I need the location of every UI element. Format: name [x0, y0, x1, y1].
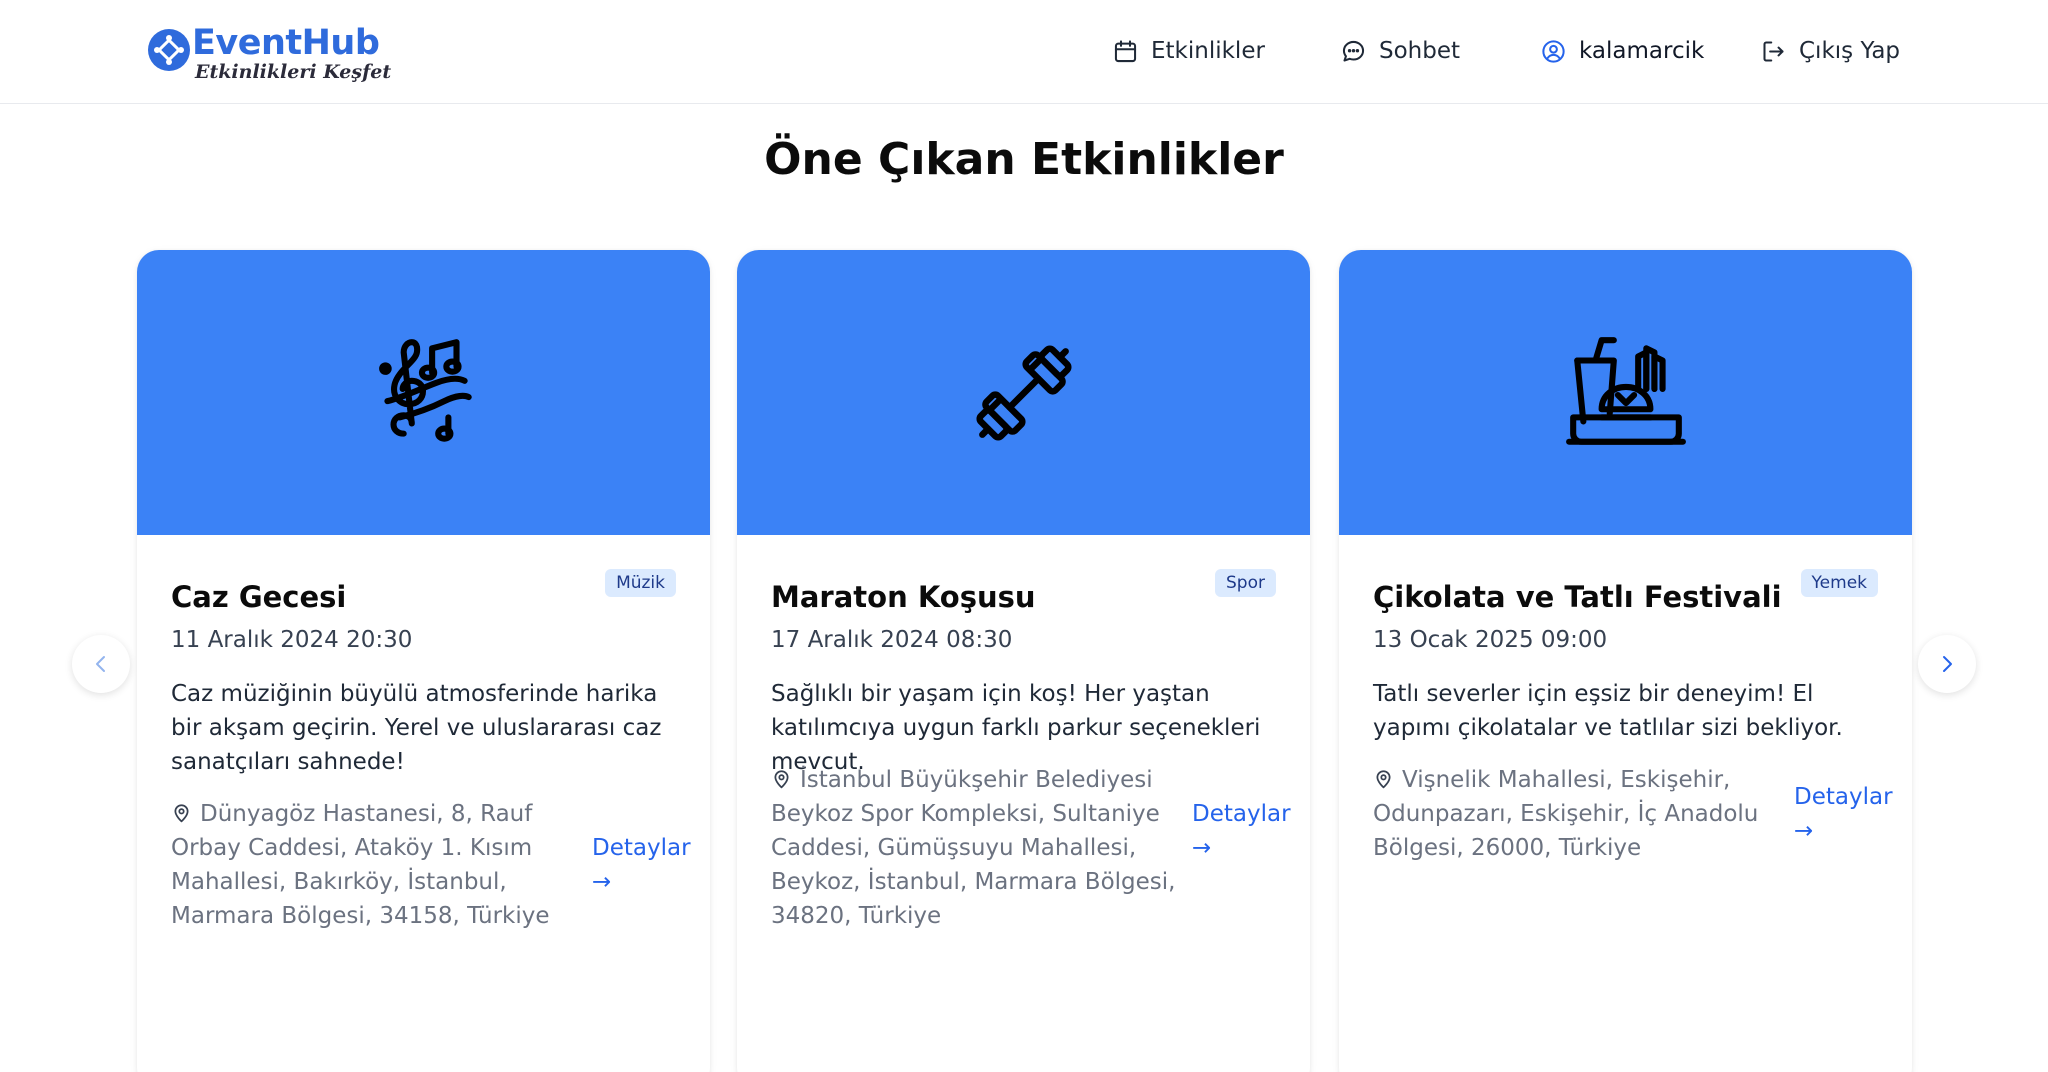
- event-location: Dünyagöz Hastanesi, 8, Rauf Orbay Caddes…: [171, 797, 571, 933]
- chevron-right-icon: [1943, 656, 1952, 672]
- nav-events-link[interactable]: Etkinlikler: [1112, 34, 1265, 68]
- brand-logo-icon: [148, 29, 190, 71]
- event-card[interactable]: Caz Gecesi Müzik 11 Aralık 2024 20:30 Ca…: [137, 250, 710, 1072]
- calendar-icon: [1114, 39, 1137, 62]
- event-details-link[interactable]: Detaylar →: [1794, 780, 1893, 848]
- brand-logo[interactable]: EventHub Etkinlikleri Keşfet: [147, 22, 391, 84]
- category-badge: Yemek: [1800, 569, 1878, 597]
- event-location-text: Vişnelik Mahallesi, Eskişehir, Odunpazar…: [1373, 767, 1759, 861]
- nav-user-profile[interactable]: kalamarcik: [1540, 34, 1704, 68]
- event-card-banner: [737, 250, 1310, 535]
- map-pin-icon: [774, 770, 789, 789]
- page-title: Öne Çıkan Etkinlikler: [764, 134, 1284, 185]
- fast-food-icon: [1565, 336, 1686, 445]
- nav-events-label: Etkinlikler: [1151, 38, 1265, 64]
- event-date: 13 Ocak 2025 09:00: [1373, 627, 1608, 653]
- event-location: İstanbul Büyükşehir Belediyesi Beykoz Sp…: [771, 763, 1186, 933]
- nav-chat-link[interactable]: Sohbet: [1340, 34, 1460, 68]
- event-title: Maraton Koşusu: [771, 580, 1036, 614]
- event-title: Caz Gecesi: [171, 580, 347, 614]
- event-card[interactable]: Çikolata ve Tatlı Festivali Yemek 13 Oca…: [1339, 250, 1912, 1072]
- event-description: Caz müziğinin büyülü atmosferinde harika…: [171, 681, 662, 775]
- event-date: 11 Aralık 2024 20:30: [171, 627, 413, 653]
- event-card-banner: [1339, 250, 1912, 535]
- logout-icon: [1763, 40, 1784, 62]
- event-card[interactable]: Maraton Koşusu Spor 17 Aralık 2024 08:30…: [737, 250, 1310, 1072]
- nav-chat-label: Sohbet: [1379, 38, 1461, 64]
- category-badge: Spor: [1215, 569, 1276, 597]
- chat-bubble-icon: [1342, 40, 1365, 62]
- event-description: Tatlı severler için eşsiz bir deneyim! E…: [1373, 681, 1843, 741]
- carousel-prev-button[interactable]: [72, 635, 130, 693]
- nav-username: kalamarcik: [1579, 38, 1705, 64]
- top-navbar: EventHub Etkinlikleri Keşfet Etkinlikler…: [0, 0, 2048, 104]
- chevron-left-icon: [96, 656, 105, 672]
- event-title: Çikolata ve Tatlı Festivali: [1373, 580, 1782, 614]
- event-details-link[interactable]: Detaylar →: [1192, 797, 1291, 865]
- map-pin-icon: [1376, 770, 1391, 789]
- event-details-link[interactable]: Detaylar →: [592, 831, 691, 899]
- map-pin-icon: [174, 804, 189, 823]
- event-location: Vişnelik Mahallesi, Eskişehir, Odunpazar…: [1373, 763, 1793, 865]
- carousel-next-button[interactable]: [1918, 635, 1976, 693]
- category-badge: Müzik: [605, 569, 676, 597]
- user-circle-icon: [1542, 39, 1565, 63]
- event-location-text: İstanbul Büyükşehir Belediyesi Beykoz Sp…: [771, 767, 1176, 929]
- event-card-banner: [137, 250, 710, 535]
- brand-tagline: Etkinlikleri Keşfet: [195, 61, 392, 83]
- event-location-text: Dünyagöz Hastanesi, 8, Rauf Orbay Caddes…: [171, 801, 550, 929]
- nav-logout-button[interactable]: Çıkış Yap: [1760, 34, 1900, 68]
- music-notes-icon: [378, 338, 472, 442]
- dumbbell-icon: [975, 344, 1072, 441]
- nav-logout-label: Çıkış Yap: [1799, 38, 1901, 64]
- brand-name: EventHub: [192, 23, 380, 63]
- event-date: 17 Aralık 2024 08:30: [771, 627, 1013, 653]
